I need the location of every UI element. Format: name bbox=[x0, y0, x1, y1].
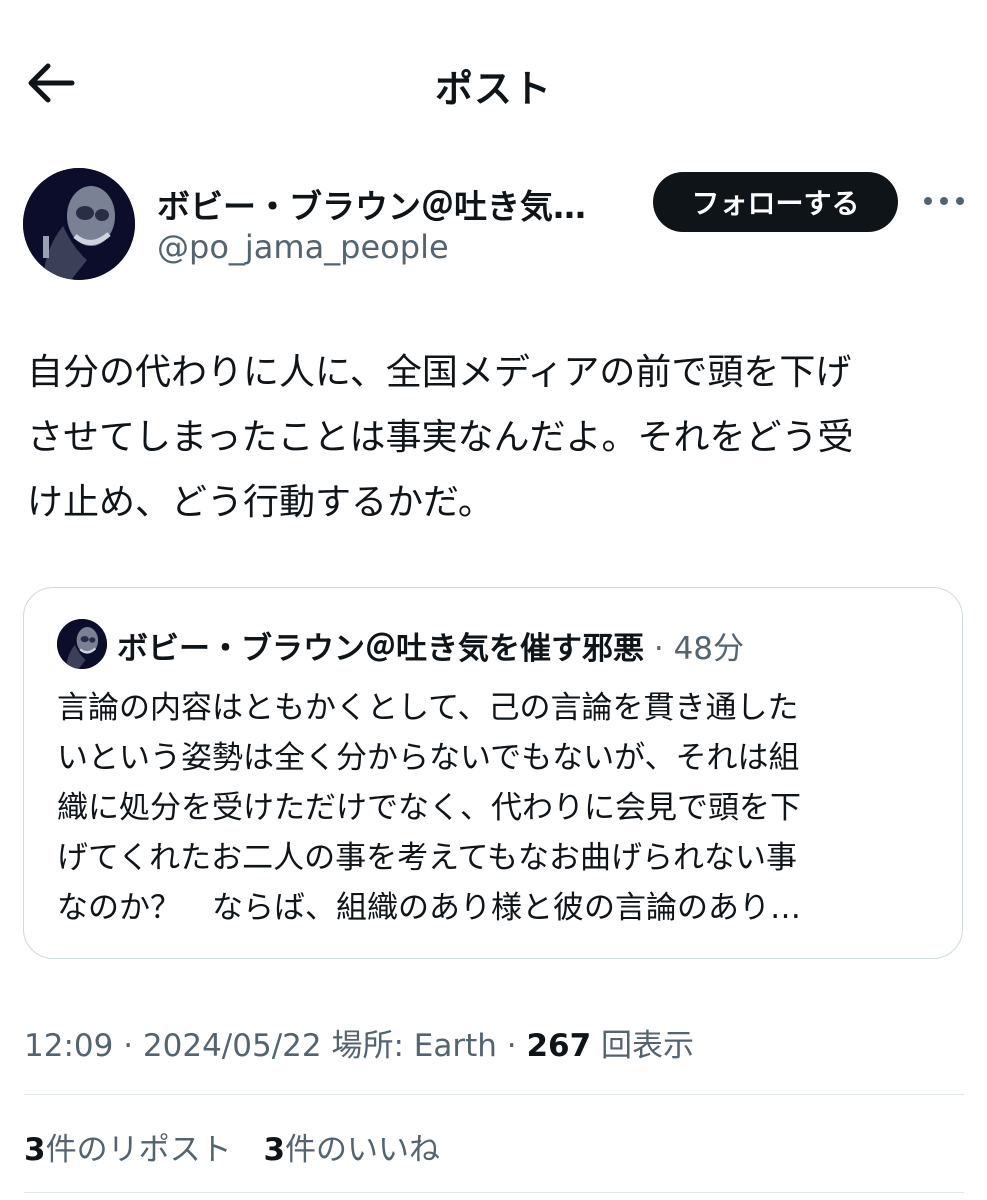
divider bbox=[24, 1094, 964, 1095]
quote-header: ボビー・ブラウン＠吐き気を催す邪悪 · 48分 bbox=[117, 623, 744, 668]
tweet-date[interactable]: 2024/05/22 bbox=[143, 1028, 322, 1064]
author-handle[interactable]: @po_jama_people bbox=[157, 228, 449, 266]
meta-separator: · bbox=[496, 1028, 527, 1064]
reposts-stat[interactable]: 3件のリポスト bbox=[24, 1132, 232, 1168]
follow-button[interactable]: フォローする bbox=[653, 172, 898, 232]
quote-display-name[interactable]: ボビー・ブラウン＠吐き気を催す邪悪 bbox=[117, 631, 644, 667]
more-horizontal-icon bbox=[924, 197, 964, 205]
reposts-count: 3 bbox=[24, 1132, 46, 1168]
page-title: ポスト bbox=[434, 67, 552, 111]
quote-time[interactable]: 48分 bbox=[674, 631, 744, 667]
tweet-location: 場所: Earth bbox=[331, 1028, 497, 1064]
author-avatar[interactable] bbox=[23, 168, 135, 280]
divider bbox=[24, 1192, 964, 1193]
reposts-label: 件のリポスト bbox=[45, 1132, 232, 1168]
more-button[interactable] bbox=[922, 186, 966, 216]
quoted-tweet-card[interactable]: ボビー・ブラウン＠吐き気を催す邪悪 · 48分 言論の内容はともかくとして、己の… bbox=[23, 587, 963, 959]
likes-count: 3 bbox=[263, 1132, 286, 1168]
likes-stat[interactable]: 3件のいいね bbox=[263, 1132, 440, 1168]
tweet-text: 自分の代わりに人に、全国メディアの前で頭を下げ させてしまったことは事実なんだよ… bbox=[27, 352, 854, 523]
quote-separator: · bbox=[644, 631, 674, 667]
likes-label: 件のいいね bbox=[285, 1132, 441, 1168]
views-count: 267 bbox=[526, 1028, 592, 1064]
avatar-image bbox=[23, 168, 135, 280]
top-bar: ポスト bbox=[0, 0, 987, 165]
tweet-meta: 12:09 · 2024/05/22 場所: Earth · 267 回表示 bbox=[24, 1020, 694, 1065]
engagement-stats: 3件のリポスト 3件のいいね bbox=[24, 1124, 462, 1169]
author-display-name[interactable]: ボビー・ブラウン＠吐き気… bbox=[157, 180, 627, 228]
avatar-image bbox=[57, 619, 107, 669]
meta-separator: · bbox=[113, 1028, 143, 1064]
tweet-time[interactable]: 12:09 bbox=[24, 1028, 113, 1064]
views-label: 回表示 bbox=[601, 1028, 695, 1064]
quote-avatar[interactable] bbox=[57, 619, 107, 669]
quote-text: 言論の内容はともかくとして、己の言論を貫き通した いという姿勢は全く分からないで… bbox=[57, 690, 801, 926]
